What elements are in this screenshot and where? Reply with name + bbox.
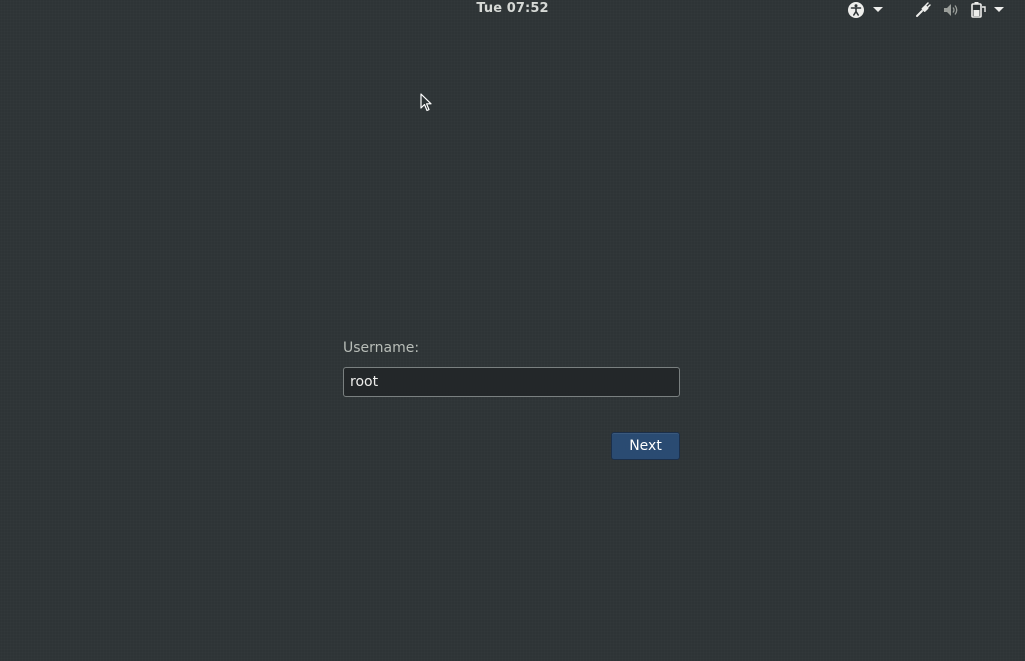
username-input[interactable]	[343, 367, 680, 397]
accessibility-icon	[847, 1, 865, 19]
next-button[interactable]: Next	[611, 432, 680, 460]
volume-icon	[942, 1, 960, 19]
mouse-pointer-icon	[420, 93, 432, 117]
top-bar: Tue 07:52	[0, 0, 1025, 22]
username-label: Username:	[343, 340, 420, 356]
login-screen: Tue 07:52 Username: root Next	[0, 0, 1025, 661]
chevron-down-icon	[873, 7, 883, 13]
power-icon	[970, 1, 986, 19]
network-icon	[914, 1, 932, 19]
chevron-down-icon	[994, 7, 1004, 13]
login-form: Username: Next	[343, 338, 680, 460]
accessibility-menu[interactable]	[847, 0, 883, 20]
system-menu[interactable]	[914, 0, 1004, 20]
